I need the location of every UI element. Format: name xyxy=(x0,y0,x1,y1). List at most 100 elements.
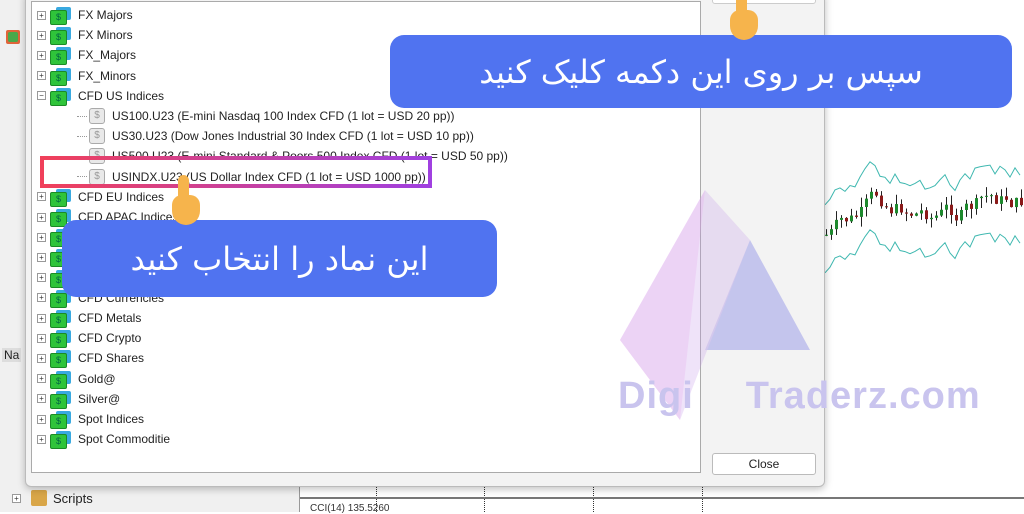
expand-icon[interactable]: + xyxy=(37,414,46,424)
folder-item[interactable]: + Spot Indices xyxy=(37,409,144,429)
symbol-item[interactable]: $ US30.U23 (Dow Jones Industrial 30 Index… xyxy=(77,126,474,146)
candle-body xyxy=(850,215,853,222)
symbol-item[interactable]: $ US100.U23 (E-mini Nasdaq 100 Index CFD … xyxy=(77,106,455,126)
expand-icon[interactable]: + xyxy=(37,374,46,384)
candle-body xyxy=(905,212,908,214)
scripts-label: Scripts xyxy=(53,490,93,506)
chart-separator[interactable] xyxy=(300,497,1024,499)
candle-body xyxy=(925,210,928,220)
folder-label: CFD US Indices xyxy=(78,88,165,103)
navigator-item-scripts[interactable]: + Scripts xyxy=(12,490,93,506)
candle-body xyxy=(1020,197,1023,206)
expand-icon[interactable]: + xyxy=(37,192,46,202)
candle-body xyxy=(995,195,998,204)
bollinger-band xyxy=(824,229,1021,274)
watermark-text: Digi Traderz.com xyxy=(618,375,981,418)
scripts-icon xyxy=(31,490,47,506)
expand-icon[interactable]: + xyxy=(37,232,46,242)
folder-label: CFD Crypto xyxy=(78,331,142,346)
expand-icon[interactable]: + xyxy=(37,434,46,444)
candle-body xyxy=(935,215,938,218)
candle-body xyxy=(860,206,863,217)
candle-body xyxy=(990,195,993,197)
candle-body xyxy=(845,217,848,222)
folder-icon xyxy=(50,370,72,389)
candle-body xyxy=(945,204,948,210)
folder-label: FX Minors xyxy=(78,28,133,43)
candle-body xyxy=(915,213,918,216)
folder-item[interactable]: + Spot Commoditie xyxy=(37,429,170,450)
folder-item[interactable]: + Silver@ xyxy=(37,389,120,409)
watermark-left: Digi xyxy=(618,375,694,417)
candle-body xyxy=(1005,196,1008,200)
candle-body xyxy=(950,204,953,216)
candle-body xyxy=(910,213,913,216)
navigator-tab[interactable]: Na xyxy=(2,348,22,362)
folder-icon xyxy=(50,7,72,25)
candle-body xyxy=(890,207,893,214)
folder-item[interactable]: + CFD Metals xyxy=(37,308,141,328)
folder-item[interactable]: + CFD Shares xyxy=(37,348,144,369)
candle-body xyxy=(955,215,958,221)
folder-item[interactable]: + Gold@ xyxy=(37,369,116,389)
candle-body xyxy=(970,203,973,209)
expand-icon[interactable]: + xyxy=(37,252,46,262)
folder-icon xyxy=(50,87,72,106)
folder-label: FX Majors xyxy=(78,8,133,22)
expand-icon[interactable]: + xyxy=(37,293,46,303)
tree-line xyxy=(77,115,87,117)
folder-item[interactable]: − CFD US Indices xyxy=(37,86,164,106)
expand-icon[interactable]: + xyxy=(37,273,46,283)
candle-body xyxy=(900,204,903,213)
expand-icon[interactable]: + xyxy=(37,394,46,404)
folder-item[interactable]: + FX_Majors xyxy=(37,45,136,66)
folder-icon xyxy=(50,350,72,369)
folder-label: CFD EU Indices xyxy=(78,189,165,204)
candle-body xyxy=(870,191,873,199)
candle-body xyxy=(930,217,933,220)
symbol-label: US100.U23 (E-mini Nasdaq 100 Index CFD (… xyxy=(112,109,455,123)
collapse-icon[interactable]: − xyxy=(37,91,46,101)
folder-label: Silver@ xyxy=(78,391,121,406)
folder-label: Spot Indices xyxy=(78,412,145,426)
candle-body xyxy=(830,229,833,235)
candle-body xyxy=(840,217,843,220)
folder-label: CFD Metals xyxy=(78,311,142,325)
folder-icon xyxy=(50,330,72,349)
folder-item[interactable]: + FX Minors xyxy=(37,25,133,46)
candle-body xyxy=(1000,196,1003,204)
candle-body xyxy=(940,209,943,216)
candle-body xyxy=(1015,197,1018,208)
expand-icon[interactable]: + xyxy=(37,353,46,363)
candle-body xyxy=(920,210,923,214)
folder-item[interactable]: + FX Majors xyxy=(37,5,133,25)
indicator-label: CCI(14) 135.5260 xyxy=(310,503,390,514)
instruction-banner-top: سپس بر روی این دکمه کلیک کنید xyxy=(390,35,1012,108)
folder-item[interactable]: + CFD EU Indices xyxy=(37,187,164,207)
symbol-label: US30.U23 (Dow Jones Industrial 30 Index … xyxy=(112,129,474,144)
expand-icon[interactable]: + xyxy=(37,313,46,323)
candle-body xyxy=(885,206,888,208)
folder-item[interactable]: + FX_Minors xyxy=(37,66,136,86)
close-button[interactable]: Close xyxy=(712,453,816,475)
expand-icon[interactable]: + xyxy=(37,30,46,40)
tree-line xyxy=(77,135,87,137)
expand-icon[interactable]: + xyxy=(37,333,46,343)
folder-icon xyxy=(50,411,72,429)
candle-body xyxy=(980,196,983,199)
candle-body xyxy=(865,198,868,207)
expand-icon[interactable]: + xyxy=(12,493,21,503)
symbol-icon: $ xyxy=(89,128,105,145)
toolbar-icon[interactable] xyxy=(8,32,18,42)
expand-icon[interactable]: + xyxy=(37,10,46,20)
selection-highlight xyxy=(40,156,432,188)
expand-icon[interactable]: + xyxy=(37,71,46,81)
expand-icon[interactable]: + xyxy=(37,50,46,60)
expand-icon[interactable]: + xyxy=(37,212,46,222)
folder-label: Gold@ xyxy=(78,371,116,386)
pointing-hand-icon xyxy=(170,175,200,227)
folder-icon xyxy=(50,27,72,46)
folder-icon xyxy=(50,47,72,66)
pointing-hand-icon xyxy=(728,0,758,42)
folder-item[interactable]: + CFD Crypto xyxy=(37,328,142,349)
